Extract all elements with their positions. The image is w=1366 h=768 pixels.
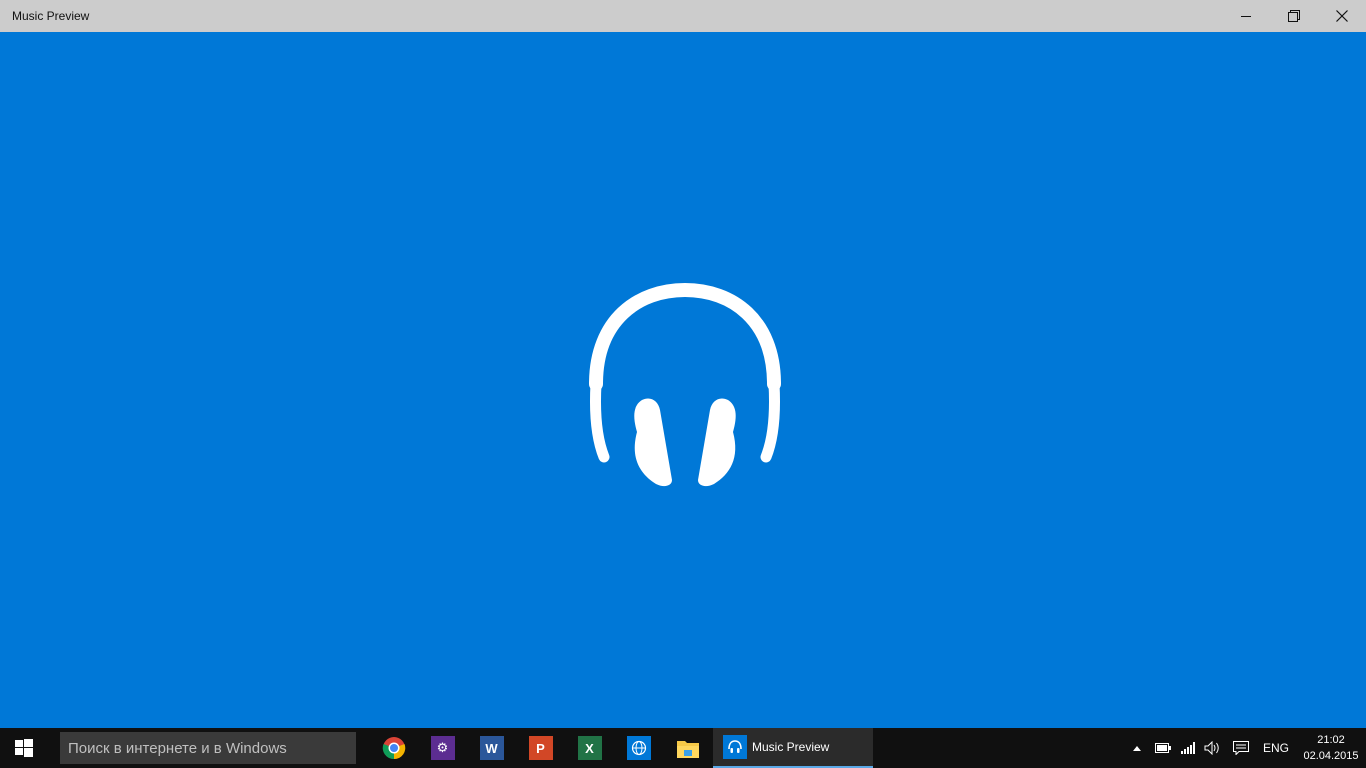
maximize-button[interactable]: [1270, 0, 1318, 32]
language-indicator[interactable]: ENG: [1256, 728, 1296, 768]
settings-icon: ⚙: [430, 736, 455, 760]
volume-icon: [1204, 741, 1219, 755]
pinned-chrome[interactable]: [369, 728, 418, 768]
minimize-button[interactable]: [1222, 0, 1270, 32]
taskbar: Поиск в интернете и в Windows ⚙ W P X Mu…: [0, 728, 1366, 768]
volume-button[interactable]: [1200, 728, 1226, 768]
browser-icon: [626, 736, 651, 760]
minimize-icon: [1241, 16, 1251, 17]
window-title: Music Preview: [12, 9, 90, 23]
pinned-powerpoint[interactable]: P: [516, 728, 565, 768]
restore-icon: [1288, 10, 1300, 22]
chevron-up-icon: [1133, 746, 1141, 751]
system-tray: ENG 21:02 02.04.2015: [1124, 728, 1366, 768]
pinned-settings[interactable]: ⚙: [418, 728, 467, 768]
excel-icon: X: [577, 736, 602, 760]
show-hidden-icons-button[interactable]: [1124, 728, 1150, 768]
running-app-music-preview[interactable]: Music Preview: [713, 728, 873, 768]
pinned-excel[interactable]: X: [565, 728, 614, 768]
file-explorer-icon: [676, 741, 699, 758]
taskbar-search-box[interactable]: Поиск в интернете и в Windows: [60, 732, 356, 764]
battery-icon: [1155, 743, 1171, 753]
action-center-button[interactable]: [1226, 728, 1256, 768]
signal-icon: [1181, 742, 1195, 754]
headphones-icon: [723, 735, 747, 759]
close-icon: [1336, 10, 1348, 22]
clock[interactable]: 21:02 02.04.2015: [1296, 732, 1366, 764]
pinned-file-explorer[interactable]: [663, 728, 712, 768]
clock-time: 21:02: [1317, 734, 1345, 746]
running-app-label: Music Preview: [752, 740, 830, 754]
windows-logo-icon: [15, 739, 33, 757]
title-bar: Music Preview: [0, 0, 1366, 32]
app-splash-area: [0, 32, 1366, 728]
network-button[interactable]: [1176, 728, 1200, 768]
powerpoint-icon: P: [528, 736, 553, 760]
window-controls: [1222, 0, 1366, 32]
headphones-icon: [589, 282, 781, 487]
notification-icon: [1233, 741, 1249, 755]
word-icon: W: [479, 736, 504, 760]
pinned-browser[interactable]: [614, 728, 663, 768]
pinned-apps: ⚙ W P X Music Preview: [369, 728, 873, 768]
close-button[interactable]: [1318, 0, 1366, 32]
clock-date: 02.04.2015: [1303, 750, 1359, 762]
start-button[interactable]: [0, 728, 48, 768]
battery-button[interactable]: [1150, 728, 1176, 768]
pinned-word[interactable]: W: [467, 728, 516, 768]
chrome-icon: [382, 737, 405, 760]
search-placeholder: Поиск в интернете и в Windows: [68, 739, 287, 757]
